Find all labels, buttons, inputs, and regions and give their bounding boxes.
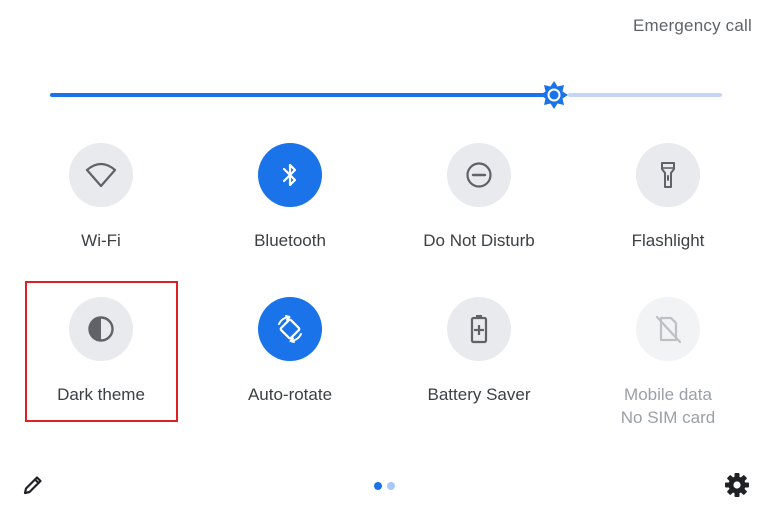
emergency-call-button[interactable]: Emergency call bbox=[633, 16, 752, 36]
bluetooth-icon bbox=[282, 163, 297, 187]
brightness-thumb[interactable] bbox=[539, 80, 569, 110]
mobile-data-toggle[interactable] bbox=[636, 297, 700, 361]
bluetooth-toggle[interactable] bbox=[258, 143, 322, 207]
page-dot-active[interactable] bbox=[374, 482, 382, 490]
brightness-track-remaining bbox=[568, 93, 722, 97]
dark-theme-toggle[interactable] bbox=[69, 297, 133, 361]
brightness-slider[interactable] bbox=[50, 80, 722, 110]
tile-label: Do Not Disturb bbox=[423, 231, 535, 250]
tile-bluetooth[interactable]: Bluetooth bbox=[195, 143, 385, 252]
edit-button[interactable] bbox=[22, 474, 44, 496]
tile-battery-saver[interactable]: Battery Saver bbox=[384, 297, 574, 406]
gear-icon bbox=[725, 473, 749, 497]
battery-saver-icon bbox=[470, 315, 488, 344]
tile-flashlight[interactable]: Flashlight bbox=[573, 143, 763, 252]
brightness-track-active bbox=[50, 93, 554, 97]
tile-mobile-data[interactable]: Mobile data No SIM card bbox=[573, 297, 763, 429]
do-not-disturb-toggle[interactable] bbox=[447, 143, 511, 207]
tile-label: Bluetooth bbox=[254, 231, 326, 250]
settings-button[interactable] bbox=[724, 472, 750, 498]
page-indicator bbox=[374, 482, 395, 490]
wifi-icon bbox=[85, 162, 117, 188]
tile-label: Mobile data bbox=[624, 385, 712, 404]
brightness-sun-icon bbox=[540, 81, 568, 109]
tile-label: Battery Saver bbox=[427, 385, 531, 404]
tile-sublabel: No SIM card bbox=[620, 408, 716, 427]
do-not-disturb-icon bbox=[466, 162, 492, 188]
battery-saver-toggle[interactable] bbox=[447, 297, 511, 361]
pencil-icon bbox=[23, 476, 42, 495]
flashlight-toggle[interactable] bbox=[636, 143, 700, 207]
dark-theme-icon bbox=[88, 316, 114, 342]
tile-auto-rotate[interactable]: Auto-rotate bbox=[195, 297, 385, 406]
mobile-data-off-icon bbox=[655, 315, 682, 344]
flashlight-icon bbox=[661, 162, 675, 188]
tile-label: Dark theme bbox=[57, 385, 145, 404]
tile-do-not-disturb[interactable]: Do Not Disturb bbox=[384, 143, 574, 252]
tile-label: Flashlight bbox=[631, 231, 705, 250]
page-dot[interactable] bbox=[387, 482, 395, 490]
tile-label: Auto-rotate bbox=[247, 385, 333, 404]
auto-rotate-icon bbox=[278, 315, 302, 343]
auto-rotate-toggle[interactable] bbox=[258, 297, 322, 361]
tile-wifi[interactable]: Wi-Fi bbox=[6, 143, 196, 252]
wifi-toggle[interactable] bbox=[69, 143, 133, 207]
tile-dark-theme[interactable]: Dark theme bbox=[6, 297, 196, 406]
tile-label: Wi-Fi bbox=[81, 231, 121, 250]
